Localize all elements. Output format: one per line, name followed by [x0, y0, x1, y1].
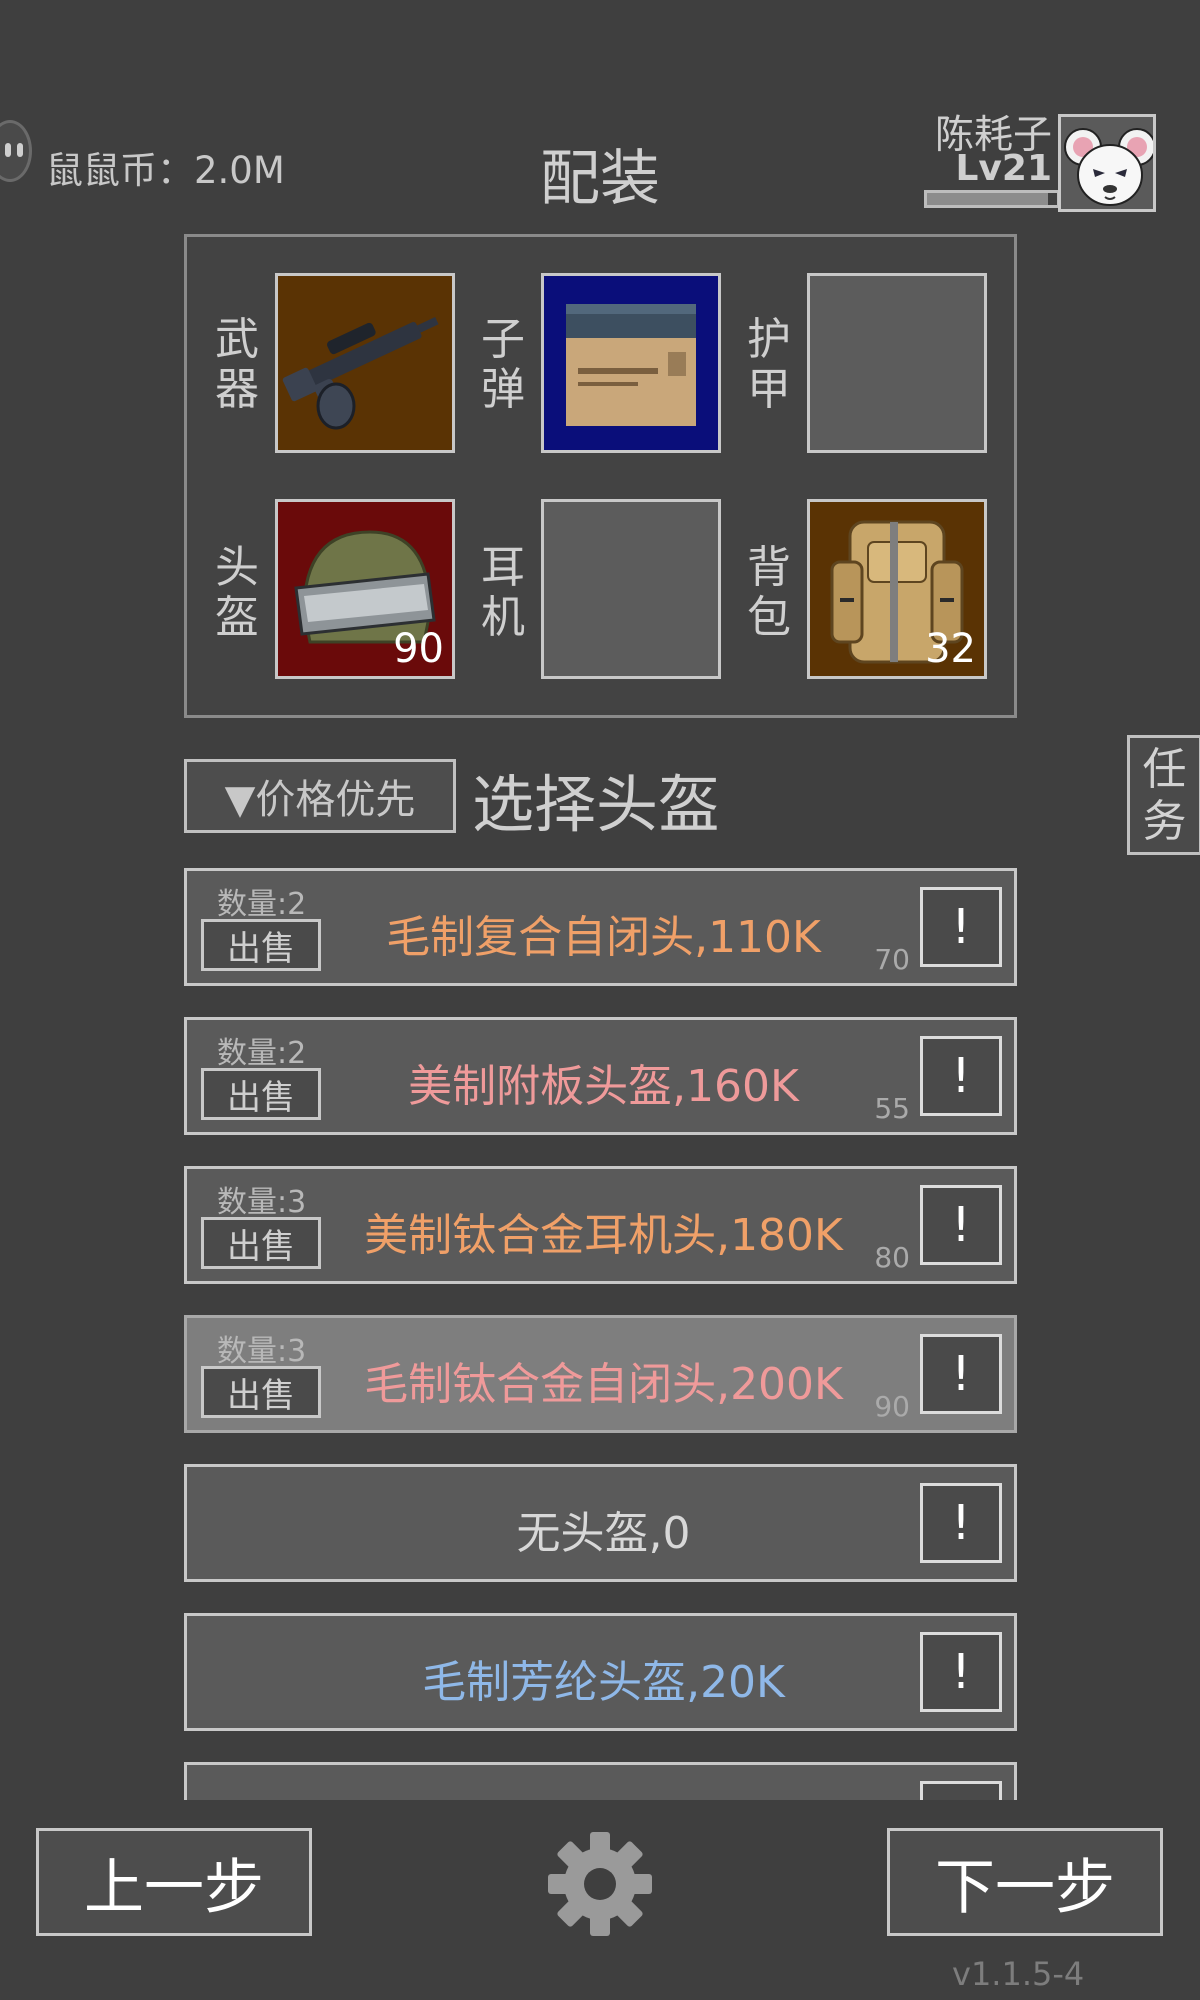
info-button[interactable]: !: [920, 1632, 1002, 1712]
helmet-list[interactable]: 数量:2 出售 毛制复合自闭头,110K 70 ! 数量:2 出售 美制附板头盔…: [0, 860, 1200, 1800]
backpack-slot[interactable]: 32: [807, 499, 987, 679]
item-name: 毛制芳纶头盔,20K: [422, 1657, 785, 1708]
avatar[interactable]: [1058, 114, 1156, 212]
helmet-slot-label: 头盔: [215, 542, 259, 643]
helmet-list-item[interactable]: 数量:3 出售 美制钛合金耳机头,180K 80 !: [184, 1166, 1017, 1284]
helmet-list-item-selected[interactable]: 数量:3 出售 毛制钛合金自闭头,200K 90 !: [184, 1315, 1017, 1433]
item-durability: 90: [874, 1390, 910, 1423]
backpack-slot-label: 背包: [747, 542, 791, 643]
equipment-panel: 武器 子弹 护甲 头盔 90 耳机 背包 32: [184, 234, 1017, 718]
backpack-capacity: 32: [925, 626, 976, 672]
xp-progress-fill: [927, 193, 1048, 205]
item-durability: 70: [874, 943, 910, 976]
previous-step-button[interactable]: 上一步: [36, 1828, 312, 1936]
helmet-list-item[interactable]: !: [184, 1762, 1017, 1800]
item-durability: 80: [874, 1241, 910, 1274]
item-durability: 55: [874, 1092, 910, 1125]
helmet-list-item[interactable]: 数量:2 出售 美制附板头盔,160K 55 !: [184, 1017, 1017, 1135]
xp-progress-bar: [924, 190, 1060, 208]
next-step-button[interactable]: 下一步: [887, 1828, 1163, 1936]
gear-icon[interactable]: [546, 1830, 654, 1938]
weapon-slot-label: 武器: [215, 314, 259, 415]
ammo-slot-label: 子弹: [481, 314, 525, 415]
info-button[interactable]: !: [920, 1781, 1002, 1800]
armor-slot[interactable]: [807, 273, 987, 453]
helmet-list-item[interactable]: 数量:2 出售 毛制复合自闭头,110K 70 !: [184, 868, 1017, 986]
weapon-slot[interactable]: [275, 273, 455, 453]
headset-slot-label: 耳机: [481, 542, 525, 643]
white-mouse-avatar-icon: [1061, 117, 1153, 209]
info-button[interactable]: !: [920, 1334, 1002, 1414]
item-name: 无头盔,0: [516, 1508, 691, 1559]
helmet-durability: 90: [393, 626, 444, 672]
task-button[interactable]: 任务: [1127, 735, 1200, 855]
info-button[interactable]: !: [920, 1185, 1002, 1265]
info-button[interactable]: !: [920, 887, 1002, 967]
ammo-slot[interactable]: [541, 273, 721, 453]
helmet-slot[interactable]: 90: [275, 499, 455, 679]
armor-slot-label: 护甲: [747, 314, 791, 415]
user-level: Lv21: [955, 148, 1052, 189]
helmet-list-item[interactable]: 毛制芳纶头盔,20K !: [184, 1613, 1017, 1731]
version-label: v1.1.5-4: [952, 1955, 1085, 1993]
ammo-box-icon: [566, 304, 696, 426]
section-title: 选择头盔: [472, 768, 721, 841]
machine-gun-icon: [282, 317, 439, 430]
sort-by-price-button[interactable]: ▼价格优先: [184, 759, 456, 833]
helmet-list-item[interactable]: 无头盔,0 !: [184, 1464, 1017, 1582]
info-button[interactable]: !: [920, 1483, 1002, 1563]
headset-slot[interactable]: [541, 499, 721, 679]
info-button[interactable]: !: [920, 1036, 1002, 1116]
